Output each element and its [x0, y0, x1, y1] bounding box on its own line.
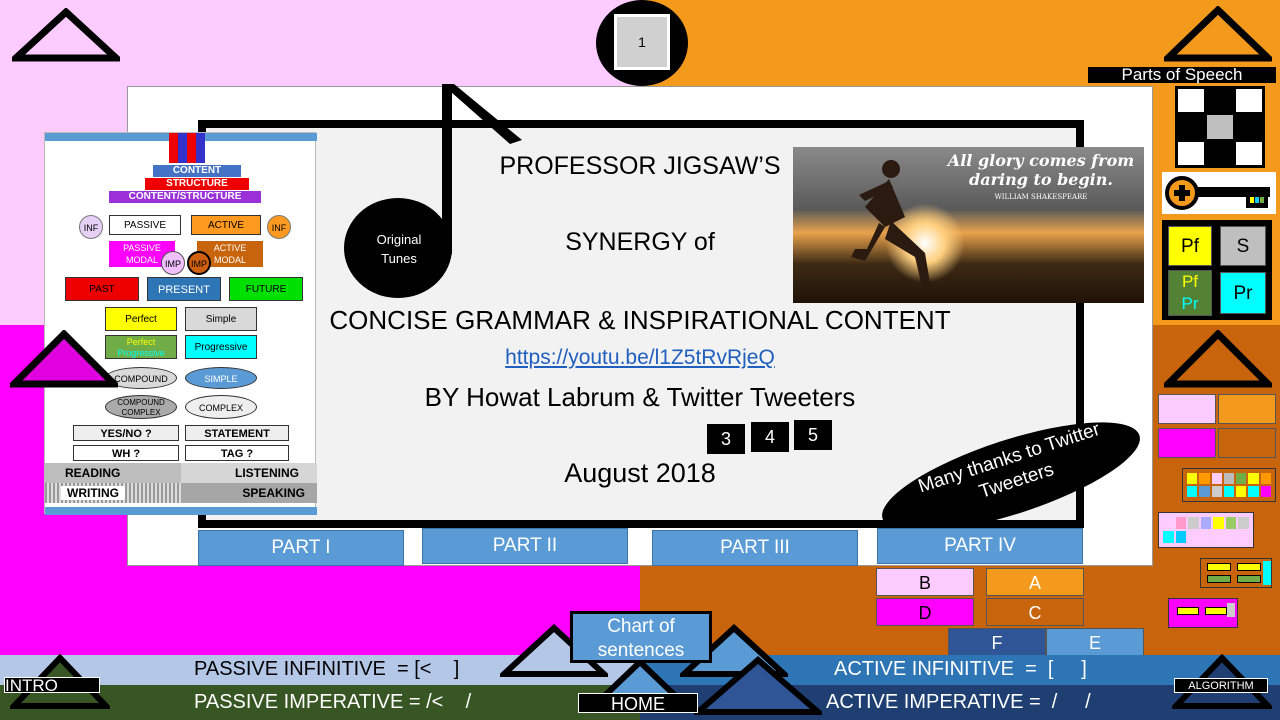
active-infinitive-label: ACTIVE INFINITIVE = [ ]	[834, 658, 1087, 680]
chart-compound-complex: COMPOUND COMPLEX	[105, 395, 177, 419]
chart-perfect: Perfect	[105, 307, 177, 331]
title-line2: SYNERGY of	[565, 228, 715, 256]
letter-f-button[interactable]: F	[948, 628, 1046, 656]
title-line1: PROFESSOR JIGSAW’S	[499, 152, 781, 180]
chart-listening: LISTENING	[181, 463, 317, 483]
tense-pf[interactable]: Pf	[1168, 226, 1212, 266]
chart-past: PAST	[65, 277, 139, 301]
chart-inf-right: INF	[267, 215, 291, 239]
chart-tag: TAG ?	[185, 445, 289, 461]
color-swatch-pink[interactable]	[1158, 394, 1216, 424]
nav-triangle-home-right[interactable]	[694, 656, 822, 716]
tense-pfpr[interactable]: Pf Pr	[1168, 270, 1212, 316]
badge-5[interactable]: 5	[794, 420, 832, 450]
chart-simple-sentence: SIMPLE	[185, 367, 257, 389]
key-icon[interactable]	[1162, 172, 1276, 214]
chart-simple: Simple	[185, 307, 257, 331]
chart-active: ACTIVE	[191, 215, 261, 235]
nav-up-triangle-left-mid[interactable]	[10, 330, 118, 388]
part-3-button[interactable]: PART III	[652, 530, 858, 566]
parts-of-speech-label[interactable]: Parts of Speech	[1088, 66, 1276, 83]
chart-speaking: SPEAKING	[181, 483, 317, 503]
part-1-button[interactable]: PART I	[198, 530, 404, 566]
nav-up-triangle-right[interactable]	[1164, 6, 1272, 62]
chart-passive: PASSIVE	[109, 215, 181, 235]
part-2-button[interactable]: PART II	[422, 528, 628, 564]
chart-content: CONTENT	[153, 165, 241, 177]
color-swatch-orange[interactable]	[1218, 394, 1276, 424]
runner-silhouette	[851, 160, 931, 291]
mini-palette-1[interactable]	[1182, 468, 1276, 502]
nav-up-triangle-right-mid[interactable]	[1164, 330, 1272, 388]
jigsaw-icon	[169, 133, 205, 163]
chart-future: FUTURE	[229, 277, 303, 301]
letter-e-button[interactable]: E	[1046, 628, 1144, 656]
chart-content-structure: CONTENT/STRUCTURE	[109, 191, 261, 203]
quote-text: All glory comes from daring to begin.	[947, 151, 1135, 189]
intro-button[interactable]: INTRO	[4, 677, 100, 694]
color-swatch-brown[interactable]	[1218, 428, 1276, 458]
algorithm-button[interactable]: ALGORITHM	[1174, 678, 1268, 693]
chart-of-sentences-button[interactable]: Chart of sentences	[570, 611, 712, 663]
chart-statement: STATEMENT	[185, 425, 289, 441]
nav-up-triangle-left[interactable]	[12, 8, 120, 62]
byline: BY Howat Labrum & Twitter Tweeters	[424, 382, 856, 412]
letter-a-button[interactable]: A	[986, 568, 1084, 596]
active-imperative-label: ACTIVE IMPERATIVE = / /	[826, 691, 1091, 713]
tense-s[interactable]: S	[1220, 226, 1266, 266]
chart-reading: READING	[45, 463, 181, 483]
color-swatch-magenta[interactable]	[1158, 428, 1216, 458]
chart-structure: STRUCTURE	[145, 178, 249, 190]
original-tunes-label: Original Tunes	[376, 232, 422, 266]
chart-yes-no: YES/NO ?	[73, 425, 179, 441]
home-button[interactable]: HOME	[578, 693, 698, 714]
youtube-link[interactable]: https://youtu.be/l1Z5tRvRjeQ	[440, 346, 840, 370]
chart-complex: COMPLEX	[185, 395, 257, 419]
title-line3: CONCISE GRAMMAR & INSPIRATIONAL CONTENT	[329, 305, 951, 335]
mini-palette-4[interactable]	[1168, 598, 1238, 628]
grammar-chart[interactable]: CONTENT STRUCTURE CONTENT/STRUCTURE INF …	[44, 132, 317, 515]
passive-imperative-label: PASSIVE IMPERATIVE = /< /	[194, 691, 472, 713]
tense-pr[interactable]: Pr	[1220, 272, 1266, 314]
date: August 2018	[564, 458, 716, 488]
chart-present: PRESENT	[147, 277, 221, 301]
page-number: 1	[638, 34, 646, 50]
badge-4[interactable]: 4	[751, 422, 789, 452]
page-number-circle[interactable]: 1	[596, 0, 688, 86]
chart-wh: WH ?	[73, 445, 179, 461]
quote-author: WILLIAM SHAKESPEARE	[994, 193, 1088, 201]
mini-palette-2[interactable]	[1158, 512, 1254, 548]
letter-b-button[interactable]: B	[876, 568, 974, 596]
letter-d-button[interactable]: D	[876, 598, 974, 626]
passive-infinitive-label: PASSIVE INFINITIVE = [< ]	[194, 658, 460, 680]
chart-progressive: Progressive	[185, 335, 257, 359]
chart-inf-left: INF	[79, 215, 103, 239]
mini-palette-3[interactable]	[1200, 558, 1272, 588]
part-4-button[interactable]: PART IV	[877, 528, 1083, 564]
chart-imp-left: IMP	[161, 251, 185, 275]
chart-imp-right: IMP	[187, 251, 211, 275]
letter-c-button[interactable]: C	[986, 598, 1084, 626]
crossword-grid-icon[interactable]	[1175, 86, 1265, 168]
chart-writing: WRITING	[45, 483, 181, 503]
quote-image: All glory comes from daring to begin. WI…	[793, 147, 1144, 303]
badge-3[interactable]: 3	[707, 424, 745, 454]
